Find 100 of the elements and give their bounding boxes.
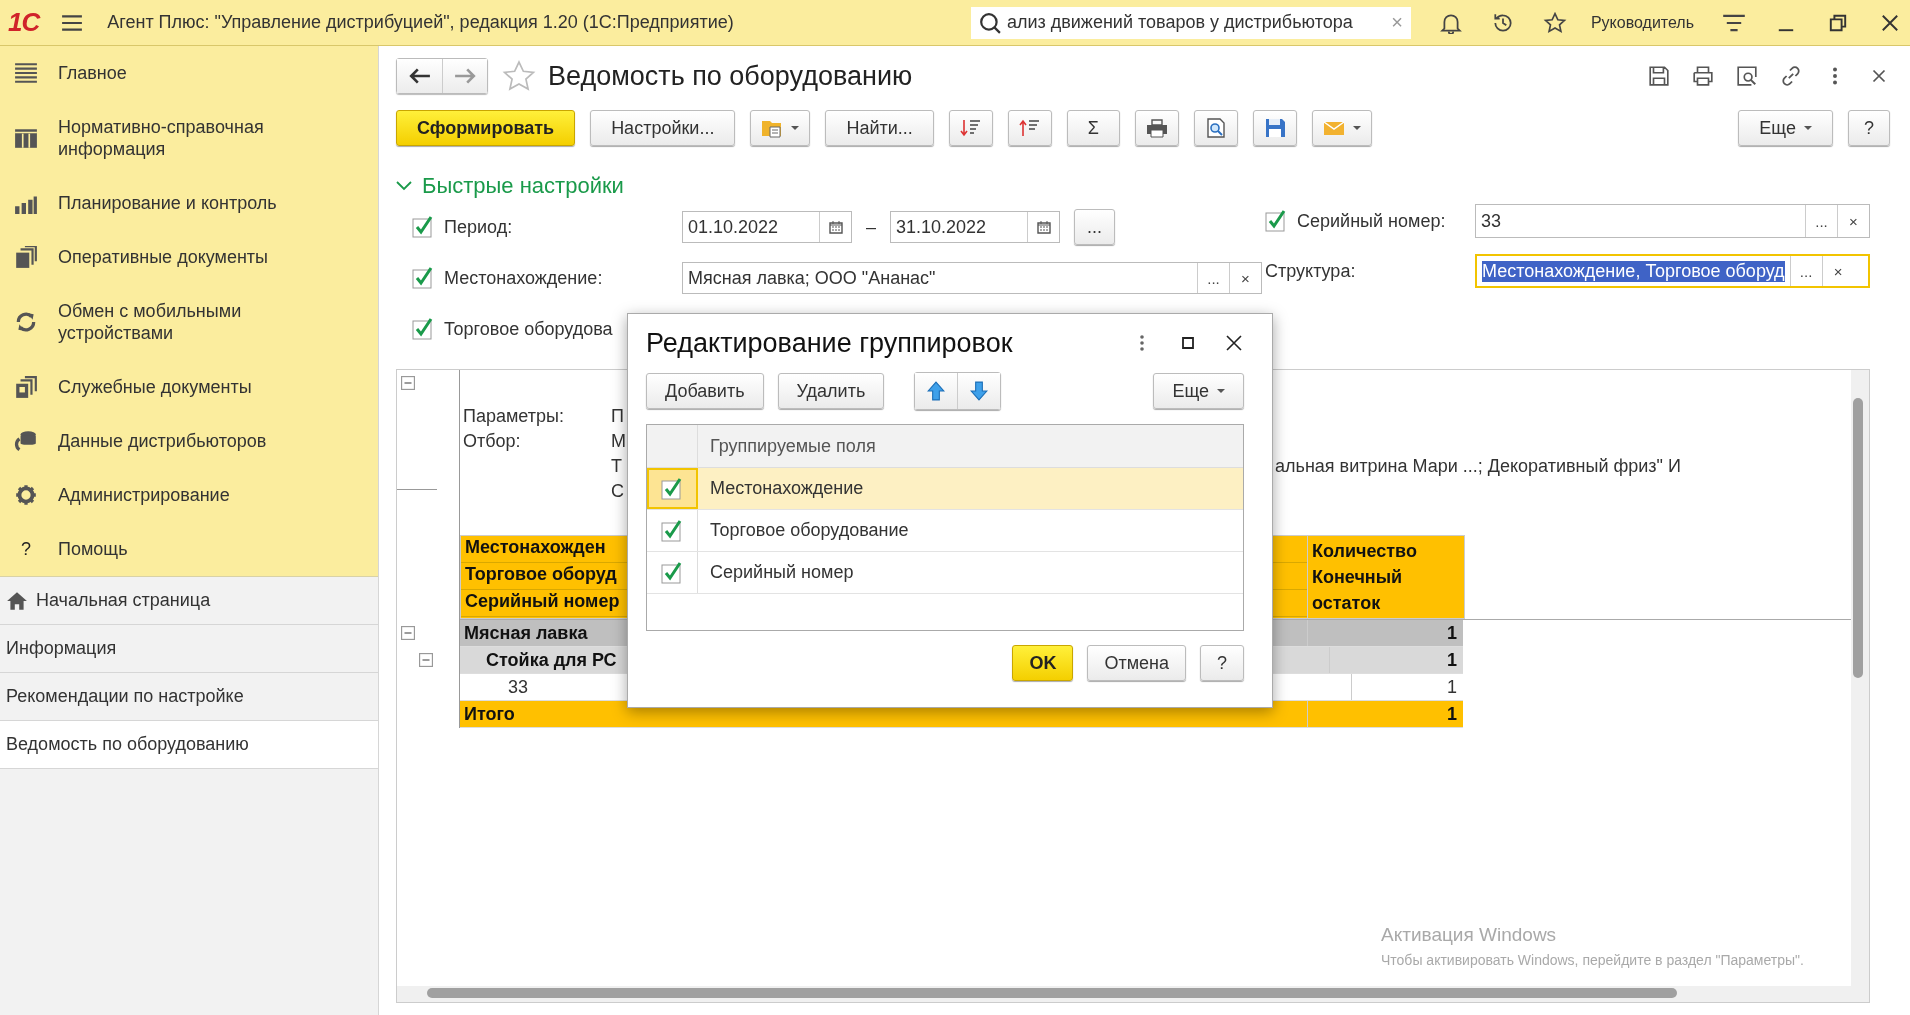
toolbar-button[interactable]: Σ [1066, 110, 1120, 146]
save-icon[interactable] [1648, 65, 1670, 87]
section-item[interactable]: Администрирование [0, 468, 378, 522]
columns-icon [14, 127, 38, 149]
star-icon[interactable] [1542, 11, 1567, 34]
sync-icon [14, 311, 38, 333]
checkbox[interactable] [412, 318, 434, 340]
help-button[interactable]: ? [1200, 645, 1244, 681]
close-icon[interactable] [1224, 333, 1244, 353]
more-button[interactable]: Еще [1153, 373, 1244, 409]
checkbox[interactable] [412, 216, 434, 238]
move-down-button[interactable] [957, 373, 1001, 409]
arrow-right-icon [454, 68, 476, 84]
link-icon[interactable] [1780, 65, 1802, 87]
open-window-item[interactable]: Начальная страница [0, 577, 378, 625]
select-button[interactable]: ... [1805, 205, 1837, 237]
sort-descending-icon [959, 118, 982, 138]
database-icon [14, 430, 38, 452]
section-item[interactable]: Планирование и контроль [0, 176, 378, 230]
form-title: Ведомость по оборудованию [548, 60, 913, 92]
field-label: Структура: [1265, 260, 1357, 282]
collapse-icon[interactable] [401, 376, 415, 390]
search-icon [978, 11, 1001, 34]
preview-button[interactable] [1193, 110, 1238, 146]
input-field[interactable]: 33 ... × [1475, 204, 1870, 238]
checkbox[interactable] [661, 519, 683, 542]
table-row[interactable]: Торговое оборудование [647, 510, 1243, 552]
select-button[interactable]: ... [1789, 256, 1822, 286]
sort-ascending-button[interactable] [1007, 110, 1052, 146]
generate-button[interactable]: Сформировать [396, 110, 576, 146]
help-button[interactable]: ? [1848, 110, 1890, 146]
vertical-scrollbar[interactable] [1851, 370, 1869, 986]
horizontal-scrollbar[interactable] [397, 986, 1869, 1002]
input-field[interactable]: Местонахождение, Торговое оборуд ... × [1475, 254, 1870, 288]
calendar-icon[interactable] [828, 220, 843, 234]
save-icon [1263, 118, 1286, 138]
ok-button[interactable]: OK [1012, 645, 1074, 681]
clear-button[interactable]: × [1229, 263, 1261, 293]
period-select-button[interactable]: ... [1074, 209, 1116, 245]
app-logo[interactable]: 1С [8, 7, 40, 38]
documents-icon [14, 376, 38, 398]
checkbox[interactable] [661, 477, 683, 500]
section-item[interactable]: Данные дистрибьюторов [0, 414, 378, 468]
section-item[interactable]: Оперативные документы [0, 230, 378, 284]
back-button[interactable] [397, 59, 442, 93]
print-button[interactable] [1134, 110, 1179, 146]
sort-descending-button[interactable] [948, 110, 993, 146]
print-icon [1145, 118, 1168, 138]
checkbox[interactable] [1265, 210, 1287, 232]
section-item[interactable]: Нормативно-справочная информация [0, 100, 378, 176]
star-icon[interactable] [502, 60, 536, 92]
move-up-button[interactable] [915, 373, 958, 409]
open-window-item[interactable]: Ведомость по оборудованию [0, 721, 378, 769]
column-header: Количество Конечный остаток [1312, 540, 1418, 615]
toolbar-button[interactable]: Настройки... [590, 110, 736, 146]
open-window-item[interactable]: Информация [0, 625, 378, 673]
clear-button[interactable]: × [1837, 205, 1869, 237]
calendar-icon[interactable] [1036, 220, 1051, 234]
activation-text: Чтобы активировать Windows, перейдите в раздел "Параметры". [1381, 952, 1804, 968]
cancel-button[interactable]: Отмена [1087, 645, 1186, 681]
list-icon [14, 62, 38, 84]
preview-icon[interactable] [1736, 65, 1758, 87]
section-item[interactable]: Служебные документы [0, 360, 378, 414]
date-field[interactable]: 01.10.2022 [682, 211, 852, 243]
field-label: Торговое оборудова [444, 318, 613, 340]
print-icon[interactable] [1692, 65, 1714, 87]
dialog-button[interactable]: Добавить [646, 373, 764, 409]
section-item[interactable]: Обмен с мобильными устройствами [0, 284, 378, 360]
parameter-value: С [611, 481, 624, 501]
dialog-title: Редактирование группировок [646, 327, 1014, 359]
save-button[interactable] [1252, 110, 1297, 146]
variant-button[interactable] [750, 110, 811, 146]
user-name[interactable]: Руководитель [1590, 13, 1694, 32]
section-item[interactable]: ? Помощь [0, 522, 378, 576]
checkbox[interactable] [412, 267, 434, 289]
collapse-icon[interactable] [401, 626, 415, 640]
location-field[interactable]: Мясная лавка; ООО "Ананас" ... × [682, 262, 1262, 294]
table-row[interactable]: Местонахождение [647, 468, 1243, 510]
section-item[interactable]: Главное [0, 46, 378, 100]
search-field[interactable]: ализ движений товаров у дистрибьютора × [970, 6, 1411, 39]
range-dash: – [866, 216, 876, 238]
date-field[interactable]: 31.10.2022 [890, 211, 1060, 243]
checkbox[interactable] [661, 561, 683, 584]
clear-button[interactable]: × [1821, 256, 1854, 286]
field-label: Период: [444, 216, 513, 238]
more-button[interactable]: Еще [1738, 110, 1833, 146]
column-header: Группируемые поля [709, 435, 876, 457]
arrow-left-icon [408, 68, 431, 84]
table-cell: 1 [1351, 674, 1463, 700]
parameter-value: П [611, 406, 624, 426]
parameter-label: Параметры: [463, 406, 564, 426]
toolbar-button[interactable]: Найти... [825, 110, 934, 146]
menu-icon[interactable] [61, 13, 84, 32]
collapse-icon[interactable] [419, 653, 433, 667]
select-button[interactable]: ... [1197, 263, 1229, 293]
table-cell: 33 [508, 676, 529, 697]
window-title: Агент Плюс: "Управление дистрибуцией", редакция 1.20 (1С:Предприятие) [107, 12, 734, 33]
dialog-button[interactable]: Удалить [777, 373, 885, 409]
table-row[interactable]: Серийный номер [647, 552, 1243, 594]
quick-settings-toggle[interactable]: Быстрые настройки [396, 173, 624, 199]
